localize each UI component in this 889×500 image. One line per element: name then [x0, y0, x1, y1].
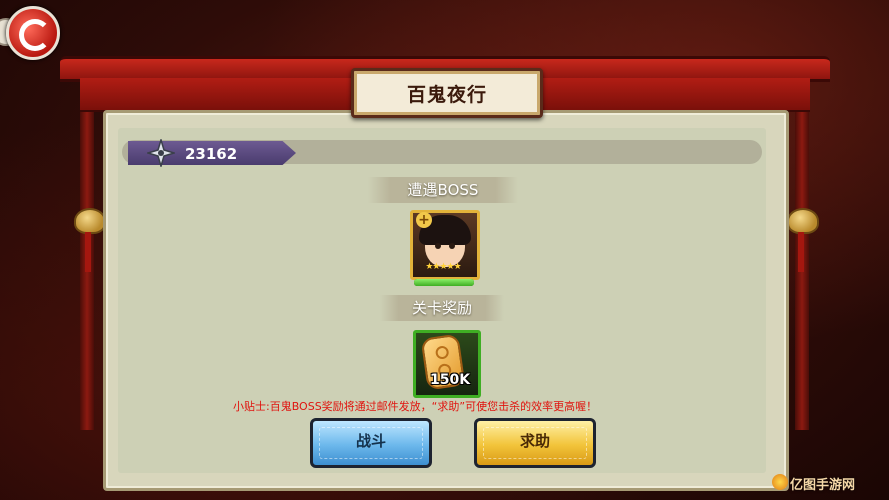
title-plate: 百鬼夜行 [351, 68, 543, 118]
score-value: 23162 [185, 145, 238, 163]
back-button[interactable] [0, 4, 60, 60]
boss-eye [449, 243, 455, 249]
shuriken-icon [147, 139, 175, 167]
boss-hp-fill [414, 279, 474, 286]
tassel-decoration [798, 232, 804, 272]
bell-icon [74, 208, 106, 234]
fight-button[interactable]: 战斗 [310, 418, 432, 468]
tip-text: 小贴士:百鬼BOSS奖励将通过邮件发放，“求助”可使您击杀的效率更高喔！ [233, 400, 598, 413]
fight-button-label: 战斗 [355, 432, 386, 450]
help-button[interactable]: 求助 [474, 418, 596, 468]
plus-badge-icon: + [416, 212, 432, 228]
reward-quantity: 150K [430, 372, 471, 388]
watermark-logo [772, 474, 788, 490]
tassel-decoration [85, 232, 91, 272]
boss-eye [435, 243, 441, 249]
encounter-boss-header: 遭遇BOSS [368, 177, 518, 203]
stage-reward-header: 关卡奖励 [380, 295, 504, 321]
bell-icon [787, 208, 819, 234]
page-title: 百鬼夜行 [406, 84, 487, 106]
watermark: 亿图手游网 [790, 478, 856, 493]
boss-star-rating: ★★★★★ [425, 262, 461, 272]
back-arrow-icon [6, 6, 60, 60]
help-button-label: 求助 [519, 432, 550, 450]
boss-hp-bar [414, 279, 474, 286]
